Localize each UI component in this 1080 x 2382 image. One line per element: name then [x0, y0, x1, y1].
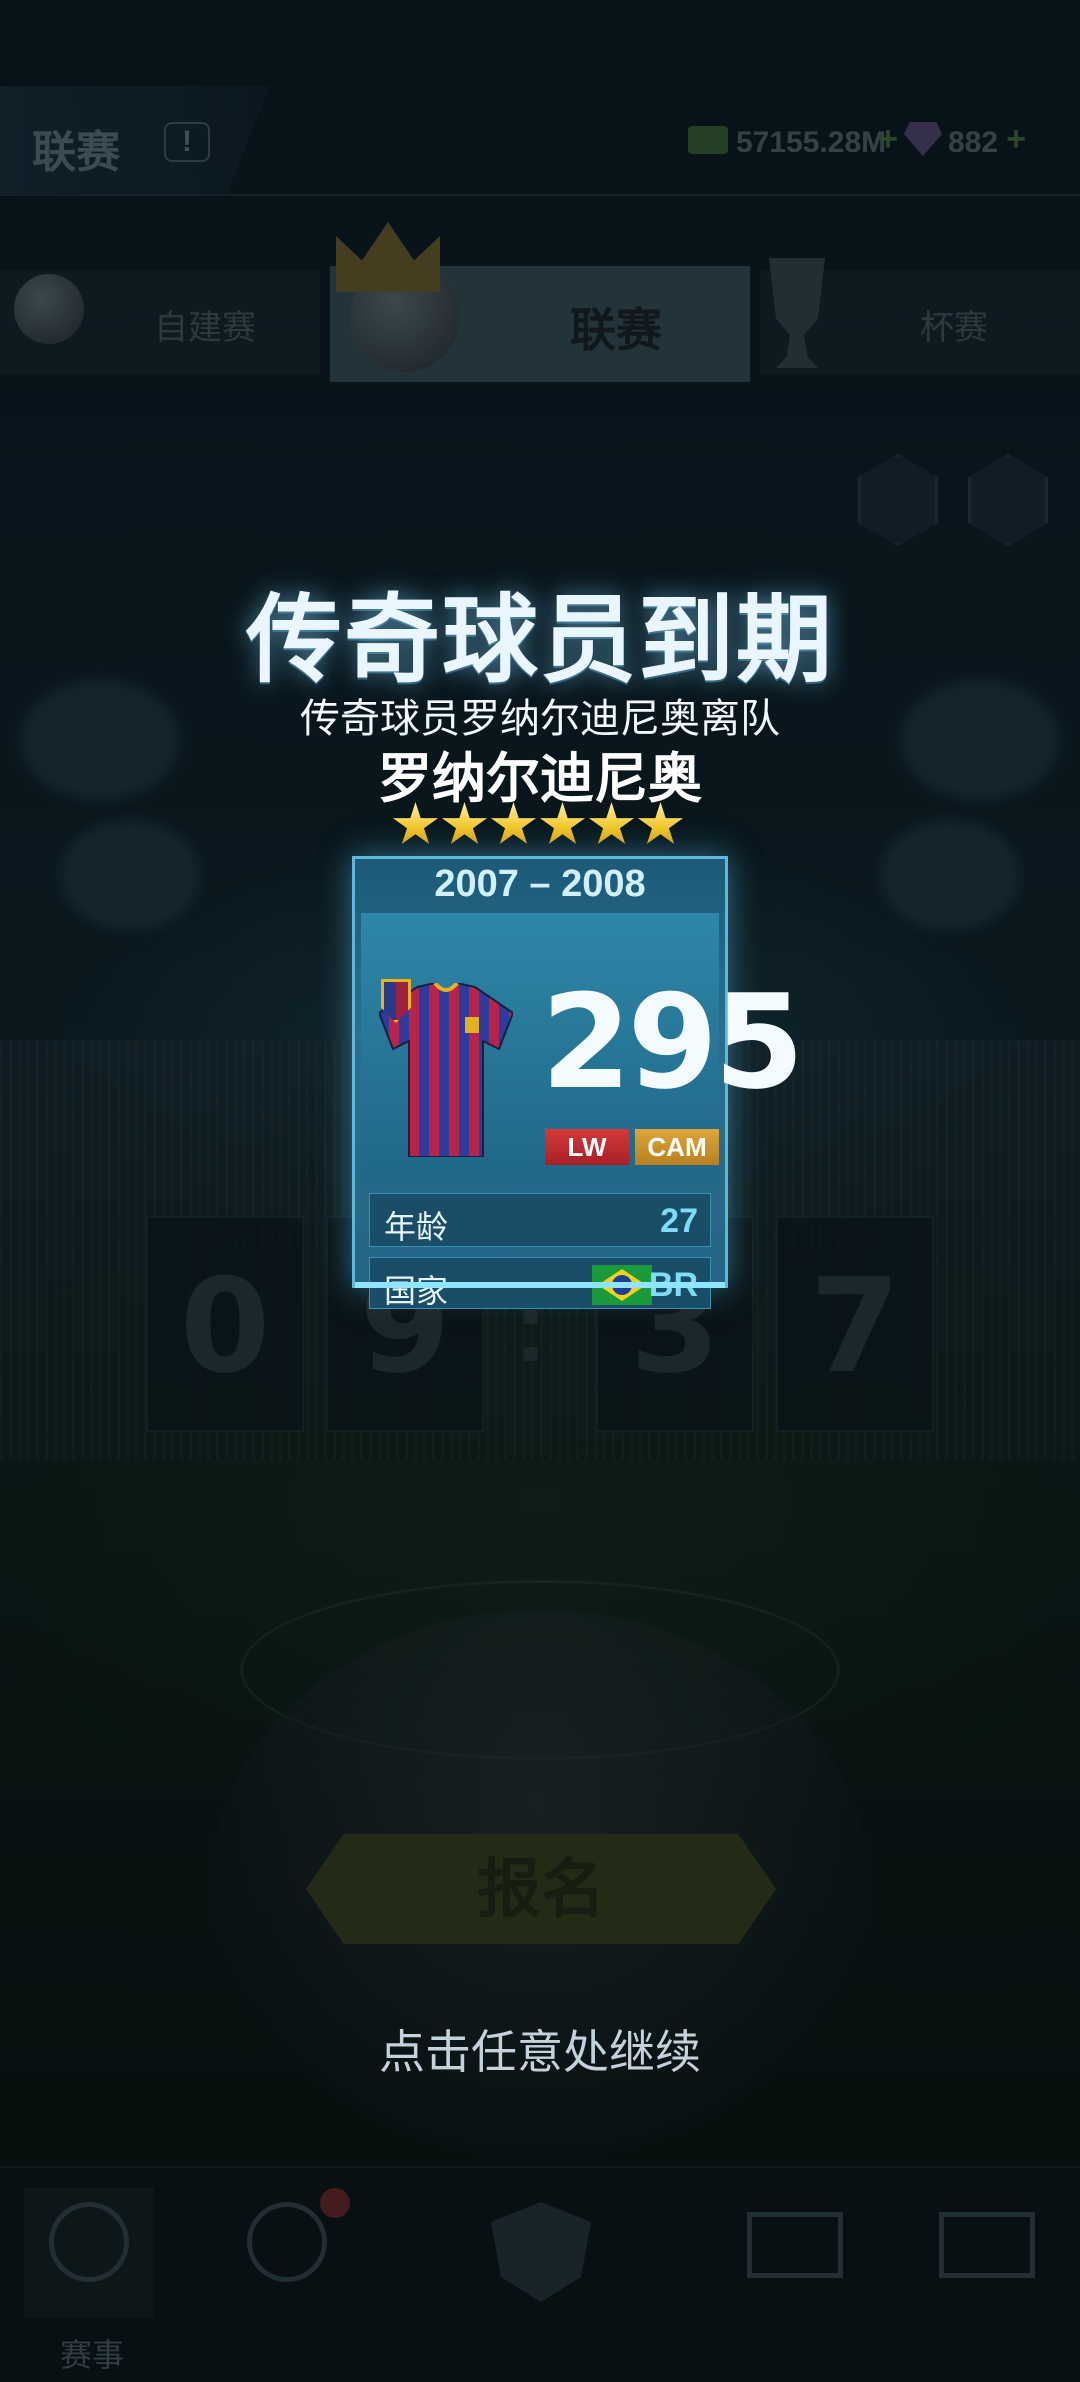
age-value: 27 [660, 1202, 698, 1240]
position-badge-lw: LW [545, 1129, 629, 1165]
player-rating: 295 [541, 966, 804, 1118]
player-card-body: 295 LW CAM [361, 913, 804, 1185]
age-row: 年龄 27 [369, 1193, 711, 1247]
star-icon [490, 802, 537, 844]
player-card: 2007 – 2008 295 LW CAM 年龄 27 国家 BR [352, 856, 804, 1309]
star-icon [588, 802, 635, 844]
position-badge-cam: CAM [635, 1129, 719, 1165]
player-season: 2007 – 2008 [434, 863, 646, 905]
star-icon [392, 802, 439, 844]
tap-to-continue[interactable]: 点击任意处继续 [0, 2016, 1080, 2082]
star-icon [441, 802, 488, 844]
star-icon [637, 802, 684, 844]
age-label: 年龄 [384, 1209, 449, 1245]
star-rating [392, 802, 688, 850]
star-icon [539, 802, 586, 844]
popup-title: 传奇球员到期 [246, 587, 834, 694]
card-glow [355, 1282, 725, 1288]
nation-label: 国家 [384, 1273, 449, 1309]
